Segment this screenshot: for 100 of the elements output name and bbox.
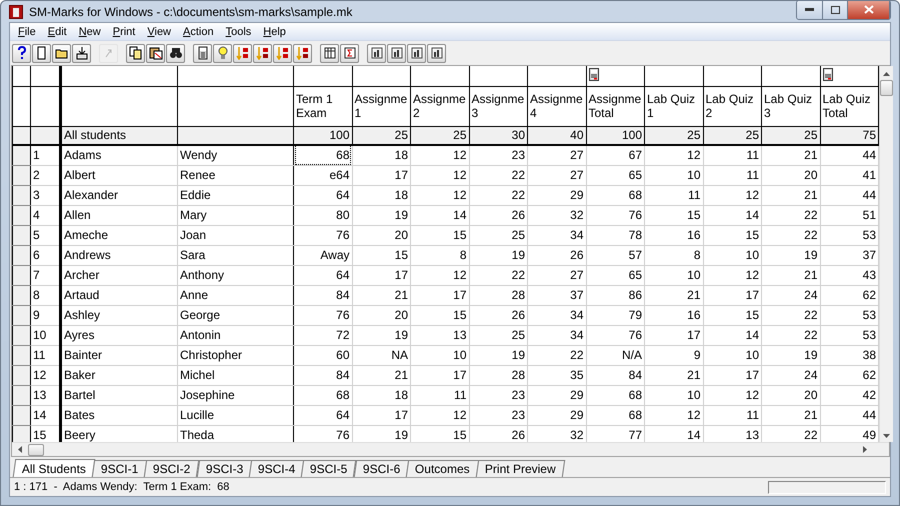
minimize-icon	[805, 8, 814, 11]
sheet-tab[interactable]: 9SCI-2	[144, 460, 200, 477]
toolbar-button[interactable]	[72, 44, 91, 62]
toolbar-button[interactable]	[126, 44, 145, 62]
toolbar-button[interactable]	[12, 44, 31, 62]
scroll-left-icon	[18, 446, 22, 453]
row-number: 2	[33, 168, 40, 182]
chart-icon	[370, 46, 384, 60]
horizontal-scrollbar[interactable]	[12, 442, 889, 456]
menu-item[interactable]: New	[72, 26, 107, 38]
max-mark: 25	[746, 128, 759, 142]
column-header: Term 1	[296, 92, 334, 106]
toolbar-button[interactable]	[52, 44, 71, 62]
toolbar-button[interactable]	[293, 44, 312, 62]
menu-item[interactable]: Print	[106, 26, 142, 38]
first-name: Antonin	[180, 328, 221, 342]
sheet-tab[interactable]: 9SCI-5	[301, 460, 358, 477]
max-mark: 30	[512, 128, 525, 142]
toolbar-button[interactable]	[340, 44, 359, 62]
toolbar-button[interactable]	[367, 44, 386, 62]
toolbar-button[interactable]	[213, 44, 232, 62]
lightbulb-icon	[216, 46, 230, 60]
chart-icon	[410, 46, 424, 60]
sheet-tab[interactable]: Outcomes	[406, 460, 480, 477]
last-name: Baker	[64, 368, 96, 382]
toolbar-button[interactable]	[193, 44, 212, 62]
last-name: Ayres	[64, 328, 94, 342]
row-number: 10	[33, 328, 46, 342]
row-number: 3	[33, 188, 40, 202]
first-name: Christopher	[180, 348, 242, 362]
menu-item[interactable]: View	[141, 26, 178, 38]
column-header: Assignme	[530, 92, 584, 106]
max-mark: 75	[862, 128, 876, 142]
toolbar-button[interactable]	[166, 44, 185, 62]
scrollbar-thumb[interactable]	[28, 444, 44, 456]
toolbar-button[interactable]	[407, 44, 426, 62]
row-number: 12	[33, 368, 46, 382]
last-name: Andrews	[64, 248, 111, 262]
maximize-button[interactable]	[823, 0, 848, 18]
menu-item[interactable]: Edit	[42, 26, 73, 38]
sort-icon	[236, 46, 250, 60]
first-name: Mary	[180, 208, 207, 222]
toolbar-button[interactable]	[32, 44, 51, 62]
scroll-right-icon	[863, 446, 867, 453]
minimize-button[interactable]	[797, 0, 823, 18]
sheet-tab[interactable]: 9SCI-6	[354, 460, 410, 477]
close-icon	[864, 5, 874, 14]
sheet-tab[interactable]: 9SCI-4	[248, 460, 305, 477]
toolbar-button[interactable]	[387, 44, 406, 62]
column-header: 4	[530, 106, 538, 120]
menu-item[interactable]: Tools	[220, 26, 258, 38]
column-header: Assignme	[413, 92, 466, 106]
toolbar-button[interactable]	[146, 44, 165, 62]
sigma-icon	[342, 46, 356, 60]
row-number: 8	[33, 288, 40, 302]
first-name: Eddie	[180, 188, 211, 202]
row-number: 14	[33, 408, 46, 422]
sheet-tab[interactable]: 9SCI-3	[196, 460, 252, 477]
first-name: Sara	[180, 248, 206, 262]
sheet-tab[interactable]: 9SCI-1	[92, 460, 148, 477]
menu-item[interactable]: Action	[177, 26, 220, 38]
vertical-scrollbar[interactable]	[879, 66, 893, 442]
column-header: 1	[647, 106, 655, 120]
last-name: Bainter	[64, 348, 102, 362]
row-number: 7	[33, 268, 40, 282]
first-name: Anne	[180, 288, 208, 302]
sheet-tab[interactable]: All Students	[12, 459, 96, 477]
document-icon	[34, 46, 48, 60]
max-mark: 25	[394, 128, 408, 142]
column-header: Lab Quiz	[706, 92, 755, 106]
last-name: Archer	[64, 268, 100, 282]
column-header: 3	[472, 106, 480, 120]
first-name: George	[180, 308, 220, 322]
scrollbar-thumb[interactable]	[880, 80, 893, 96]
last-name: Beery	[64, 428, 96, 442]
last-name: Adams	[64, 148, 102, 162]
toolbar-button[interactable]	[253, 44, 272, 62]
column-header: Lab Quiz	[647, 92, 696, 106]
binoculars-icon	[168, 46, 182, 60]
status-text: 1 : 171 - Adams Wendy: Term 1 Exam: 68	[14, 481, 230, 493]
toolbar-button[interactable]	[427, 44, 446, 62]
last-name: Ashley	[64, 308, 100, 322]
column-header: 3	[764, 106, 772, 120]
last-name: Albert	[64, 168, 96, 182]
sort-icon	[276, 46, 290, 60]
close-button[interactable]	[848, 0, 890, 18]
row-number: 15	[33, 428, 46, 442]
first-name: Anthony	[180, 268, 224, 282]
max-mark: 25	[804, 128, 818, 142]
sheet-tab[interactable]: Print Preview	[476, 460, 565, 477]
column-header: Assignme	[354, 92, 408, 106]
column-header: Assignme	[472, 92, 525, 106]
menu-item[interactable]: File	[12, 26, 42, 38]
table-icon	[322, 46, 336, 60]
menu-item[interactable]: Help	[257, 26, 292, 38]
app-icon	[9, 4, 23, 18]
row-label: All students	[64, 128, 126, 142]
toolbar-button[interactable]	[320, 44, 339, 62]
max-mark: 25	[687, 128, 700, 142]
column-header: Total	[588, 106, 615, 120]
